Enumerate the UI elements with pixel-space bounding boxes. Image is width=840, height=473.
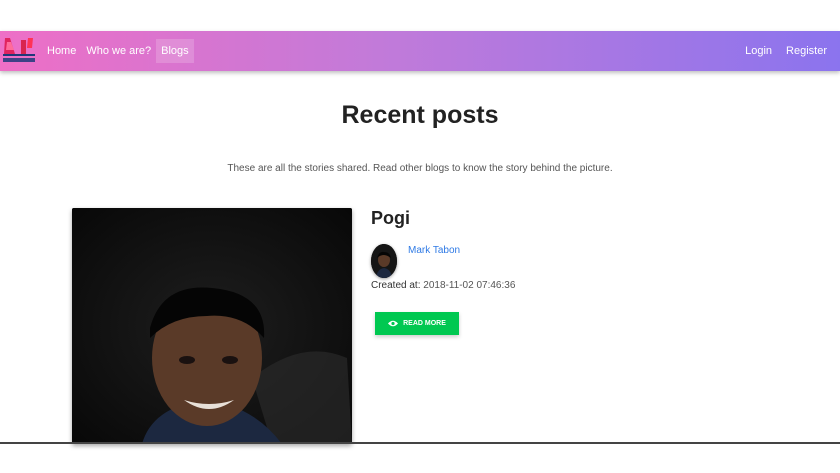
created-at-value: 2018-11-02 07:46:36 xyxy=(423,280,516,291)
nav-link-blogs[interactable]: Blogs xyxy=(156,39,194,63)
nav-auth-links: Login Register xyxy=(736,31,832,71)
read-more-label: READ MORE xyxy=(403,320,446,327)
nav-links: Home Who we are? Blogs xyxy=(42,31,194,71)
site-logo[interactable] xyxy=(2,36,36,66)
created-at-label: Created at: xyxy=(371,280,421,291)
bottom-divider xyxy=(0,442,840,444)
post-title[interactable]: Pogi xyxy=(371,208,410,229)
register-link[interactable]: Register xyxy=(781,39,832,63)
navbar: Home Who we are? Blogs Login Register xyxy=(0,31,840,71)
created-at: Created at: 2018-11-02 07:46:36 xyxy=(371,280,515,291)
page-subtitle: These are all the stories shared. Read o… xyxy=(227,163,613,174)
post-image[interactable] xyxy=(72,208,352,444)
author-name-link[interactable]: Mark Tabon xyxy=(408,245,460,256)
page-title: Recent posts xyxy=(341,101,499,129)
nav-link-home[interactable]: Home xyxy=(42,39,81,63)
eye-icon xyxy=(388,320,399,327)
author-avatar[interactable] xyxy=(371,244,397,278)
login-link[interactable]: Login xyxy=(740,39,777,63)
read-more-button[interactable]: READ MORE xyxy=(375,312,459,335)
nav-link-who-we-are[interactable]: Who we are? xyxy=(81,39,156,63)
